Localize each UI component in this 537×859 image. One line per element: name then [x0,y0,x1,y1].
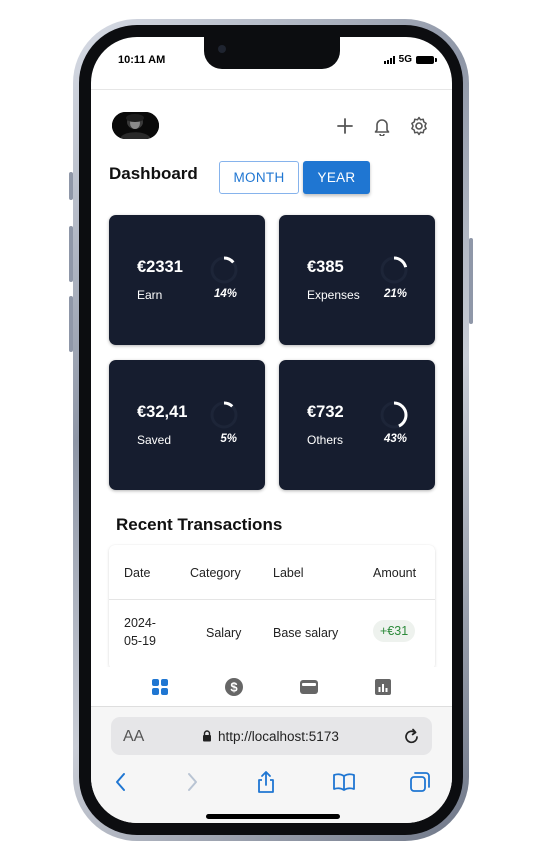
progress-ring [380,256,408,284]
back-icon[interactable] [108,769,134,795]
volume-down-button [69,296,73,352]
stat-card-earn[interactable]: €2331 Earn 14% [109,215,265,345]
card-label: Saved [137,433,172,447]
progress-ring [210,256,238,284]
text-size-label: AA [123,728,145,745]
cell-date-line1: 2024- [124,616,156,630]
forward-icon[interactable] [179,769,205,795]
table-divider [109,599,435,600]
bottom-nav: $ [91,667,452,707]
bookmarks-icon[interactable] [331,769,357,795]
status-indicators: 5G [383,54,437,65]
wallet-icon[interactable] [294,667,324,707]
reload-icon[interactable] [404,727,420,745]
cell-date-line2: 05-19 [124,634,156,648]
gear-icon[interactable] [408,115,430,137]
column-header-amount[interactable]: Amount [373,566,416,580]
user-avatar[interactable] [112,112,159,139]
bell-icon[interactable] [371,115,393,137]
url-text: http://localhost:5173 [218,729,339,744]
cell-label: Base salary [273,626,339,640]
phone-screen: 10:11 AM 5G Dashboard MONTH YEAR €2331 E… [91,37,452,823]
chart-icon[interactable] [368,667,398,707]
status-divider [91,89,452,90]
transactions-table: Date Category Label Amount 2024- 05-19 S… [109,545,435,670]
dashboard-icon[interactable] [145,667,175,707]
lock-icon [203,730,211,742]
column-header-category[interactable]: Category [190,566,241,580]
stat-card-others[interactable]: €732 Others 43% [279,360,435,490]
text-size-button[interactable]: AA [123,728,144,746]
card-label: Others [307,433,344,447]
svg-text:$: $ [230,680,238,695]
column-header-date[interactable]: Date [124,566,150,580]
section-title: Recent Transactions [116,515,283,534]
front-camera [218,45,226,53]
card-amount: €385 [307,258,344,276]
card-percent: 14% [213,288,237,300]
volume-up-button [69,226,73,282]
tabs-icon[interactable] [407,769,433,795]
add-icon[interactable] [334,115,356,137]
card-label: Earn [137,288,163,302]
card-label: Expenses [307,288,360,302]
stat-card-saved[interactable]: €32,41 Saved 5% [109,360,265,490]
progress-ring [210,401,238,429]
dollar-icon[interactable]: $ [219,667,249,707]
cell-category: Salary [206,626,242,640]
address-bar[interactable]: AA http://localhost:5173 [111,717,432,755]
card-percent: 5% [220,433,237,445]
card-percent: 21% [383,288,407,300]
status-time: 10:11 AM [118,54,166,66]
mute-switch [69,172,73,200]
share-icon[interactable] [253,769,279,795]
card-percent: 43% [383,433,407,445]
stat-card-expenses[interactable]: €385 Expenses 21% [279,215,435,345]
network-label: 5G [398,54,412,65]
card-amount: €2331 [137,258,183,276]
column-header-label[interactable]: Label [273,566,304,580]
page-title: Dashboard [109,164,198,183]
signal-icon [383,55,395,64]
battery-icon [416,55,437,64]
notch [204,37,340,69]
card-amount: €32,41 [137,403,188,421]
home-indicator [206,814,340,819]
card-amount: €732 [307,403,344,421]
year-toggle-button[interactable]: YEAR [303,161,370,194]
progress-ring [380,401,408,429]
browser-toolbar: AA http://localhost:5173 [91,706,452,823]
power-button [469,238,473,324]
amount-chip: +€31 [373,620,416,642]
progress-ring-track [210,401,238,429]
month-toggle-button[interactable]: MONTH [219,161,299,194]
